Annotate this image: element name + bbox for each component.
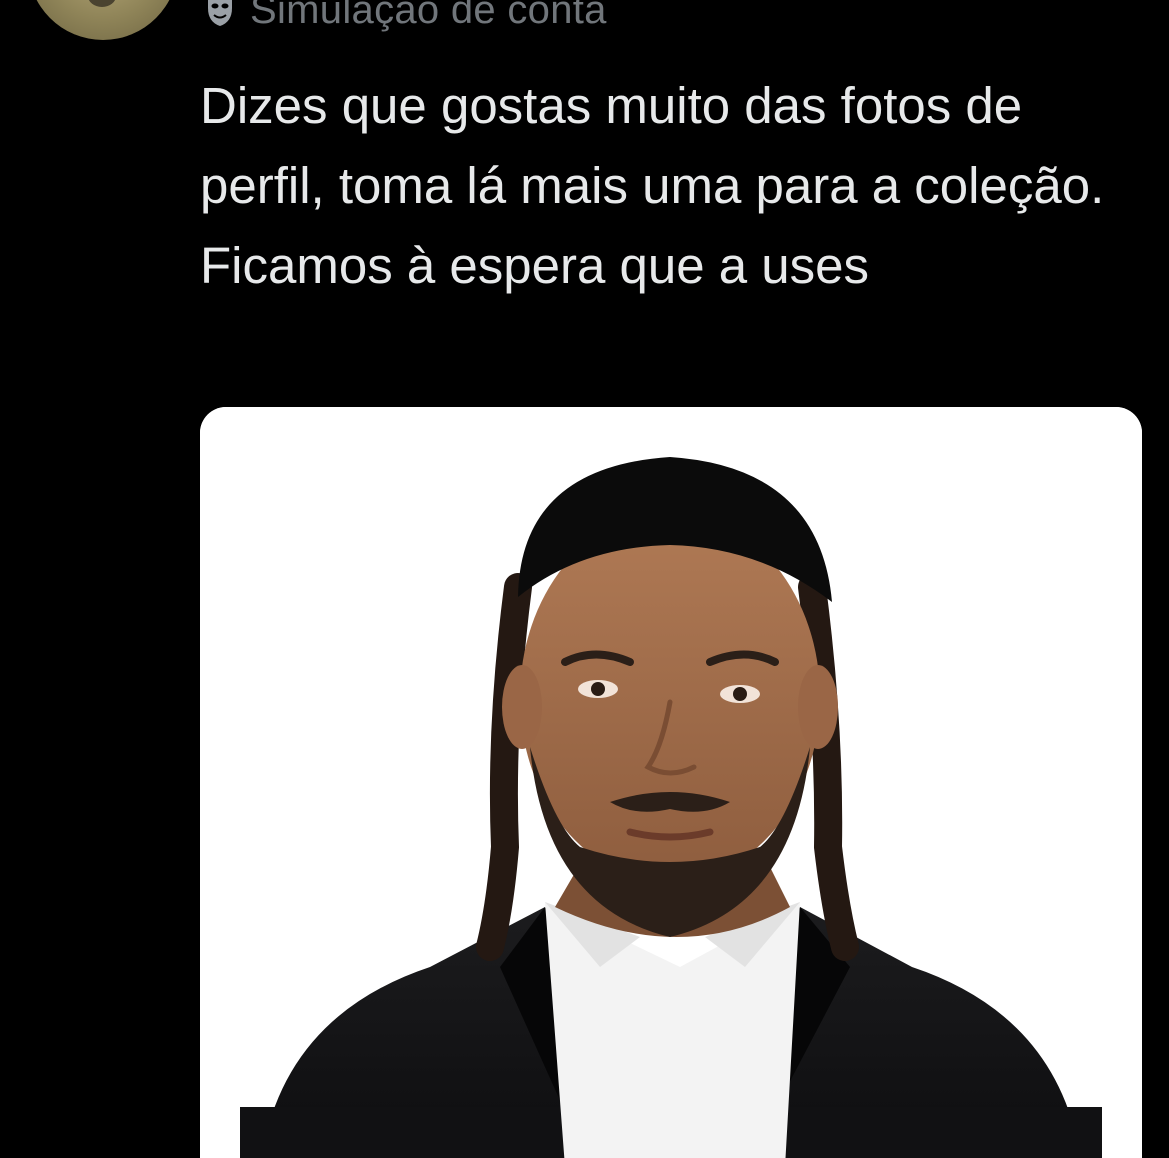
- portrait-photo: [200, 407, 1142, 1158]
- tweet-media[interactable]: [200, 407, 1142, 1158]
- tweet-header: Simulação de conta: [204, 0, 607, 36]
- tweet-text-line: Ficamos à espera que a uses: [200, 237, 870, 294]
- tweet-text-line: Dizes que gostas muito das fotos de perf…: [200, 77, 1105, 214]
- avatar[interactable]: [28, 0, 178, 40]
- tweet-text: Dizes que gostas muito das fotos de perf…: [200, 66, 1160, 306]
- account-label[interactable]: Simulação de conta: [250, 0, 607, 33]
- mask-icon: [208, 0, 232, 26]
